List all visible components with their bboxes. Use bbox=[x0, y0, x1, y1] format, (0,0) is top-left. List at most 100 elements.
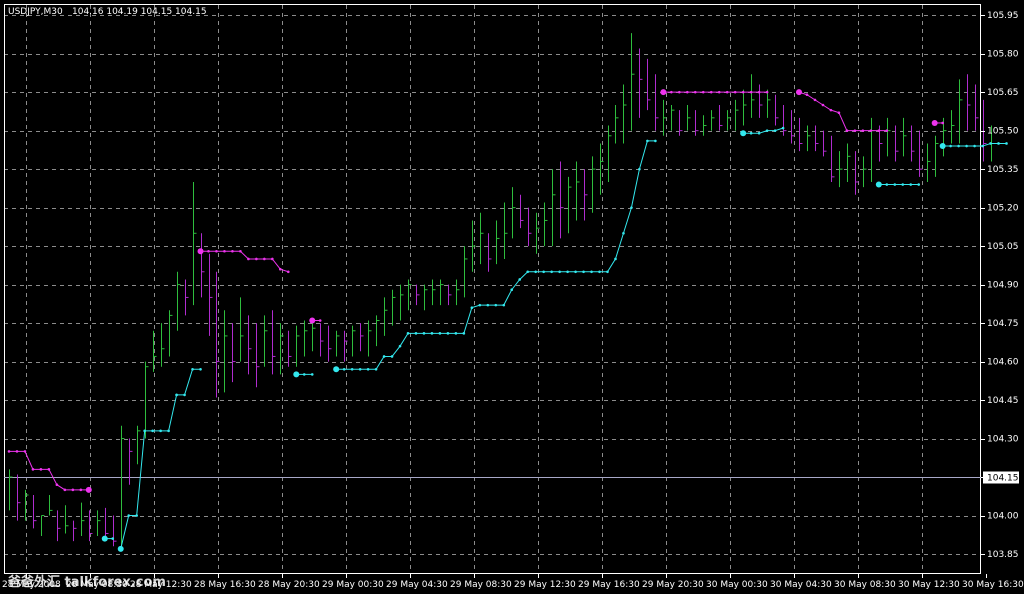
stop-up-dot bbox=[358, 367, 362, 371]
stop-up-dot bbox=[143, 429, 146, 433]
stop-up-dot bbox=[965, 144, 968, 148]
stop-down-dot bbox=[247, 257, 250, 261]
stop-up-dot bbox=[893, 183, 897, 186]
price-tick-label: 104.00 bbox=[987, 512, 1019, 522]
time-tick-label: 29 May 16:30 bbox=[578, 580, 640, 590]
stop-down-dot bbox=[207, 249, 210, 253]
watermark: 爸爸外汇 talkforex.com bbox=[7, 574, 166, 590]
stop-up-dot bbox=[542, 270, 545, 274]
time-tick-label: 29 May 00:30 bbox=[322, 580, 384, 590]
stop-up-signal bbox=[293, 371, 300, 378]
price-chart[interactable]: 105.95 105.80 105.65 105.50 105.35 105.20 105.… bbox=[0, 0, 1024, 594]
stop-up-dot bbox=[470, 306, 474, 309]
stop-up-dot bbox=[518, 278, 522, 281]
stop-down-dot bbox=[693, 90, 697, 94]
stop-down-dot bbox=[318, 319, 322, 322]
stop-down-dot bbox=[15, 450, 19, 453]
stop-down-dot bbox=[223, 249, 226, 253]
stop-down-dot bbox=[757, 90, 761, 94]
stop-up-dot bbox=[997, 142, 1000, 145]
stop-down-dot bbox=[837, 111, 841, 114]
stop-down-dot bbox=[678, 90, 681, 94]
stop-down-dot bbox=[813, 98, 817, 102]
price-tick-label: 105.50 bbox=[987, 127, 1019, 137]
price-tick-label: 105.05 bbox=[987, 242, 1019, 252]
stop-up-dot bbox=[398, 344, 402, 348]
stop-up-signal bbox=[939, 143, 946, 150]
stop-down-signal bbox=[931, 119, 938, 126]
stop-up-dot bbox=[502, 303, 506, 307]
time-tick-label: 30 May 04:30 bbox=[770, 580, 832, 590]
price-axis: 105.95 105.80 105.65 105.50 105.35 105.20 105.… bbox=[981, 11, 1019, 560]
stop-up-dot bbox=[159, 429, 162, 433]
time-tick-label: 28 May 16:30 bbox=[194, 580, 256, 590]
stop-down-dot bbox=[255, 257, 258, 261]
stop-down-signal bbox=[85, 486, 92, 493]
stop-down-dot bbox=[877, 129, 881, 132]
stop-up-dot bbox=[191, 367, 194, 371]
stop-down-dot bbox=[741, 90, 745, 94]
stop-down-dot bbox=[829, 108, 833, 112]
stop-down-dot bbox=[869, 129, 873, 132]
time-tick-label: 30 May 12:30 bbox=[898, 580, 960, 590]
stop-up-dot bbox=[422, 332, 426, 335]
time-tick-label: 30 May 08:30 bbox=[834, 580, 896, 590]
stop-up-dot bbox=[310, 373, 314, 376]
stop-down-dot bbox=[765, 90, 769, 94]
stop-up-dot bbox=[478, 303, 482, 307]
stop-down-dot bbox=[709, 90, 713, 94]
price-tick-label: 103.85 bbox=[987, 550, 1019, 560]
time-tick-label: 29 May 08:30 bbox=[450, 580, 512, 590]
current-price-badge: 104.15 bbox=[983, 471, 1019, 484]
stop-up-signal bbox=[117, 545, 124, 552]
stop-down-dot bbox=[71, 488, 75, 492]
stop-up-dot bbox=[749, 131, 753, 135]
stop-down-dot bbox=[39, 468, 43, 471]
stop-up-dot bbox=[438, 332, 442, 335]
stop-up-dot bbox=[430, 332, 434, 335]
stop-up-dot bbox=[175, 393, 178, 397]
stop-up-dot bbox=[111, 537, 115, 540]
stop-up-dot bbox=[510, 288, 514, 292]
stop-down-dot bbox=[670, 90, 673, 94]
time-tick-label: 29 May 20:30 bbox=[642, 580, 704, 590]
stop-up-dot bbox=[773, 129, 777, 132]
stop-up-dot bbox=[366, 367, 370, 371]
stop-up-dot bbox=[606, 270, 609, 274]
stop-down-dot bbox=[287, 270, 290, 274]
stop-down-dot bbox=[686, 90, 689, 94]
stop-up-dot bbox=[590, 270, 593, 274]
stop-down-dot bbox=[733, 90, 737, 94]
stop-down-signal bbox=[660, 89, 667, 96]
stop-down-dot bbox=[725, 90, 729, 94]
stop-down-dot bbox=[717, 90, 721, 94]
stop-up-dot bbox=[558, 270, 561, 274]
stop-down-signal bbox=[796, 89, 803, 96]
stop-up-dot bbox=[973, 144, 976, 148]
stop-up-dot bbox=[885, 183, 889, 186]
time-tick-label: 29 May 04:30 bbox=[386, 580, 448, 590]
stop-up-dot bbox=[654, 139, 657, 143]
stop-up-dot bbox=[382, 355, 386, 358]
stop-up-signal bbox=[333, 366, 340, 373]
stop-down-dot bbox=[861, 129, 865, 132]
stop-down-signal bbox=[309, 317, 316, 324]
time-tick-label: 28 May 20:30 bbox=[258, 580, 320, 590]
stop-up-dot bbox=[342, 367, 346, 371]
stop-up-dot bbox=[550, 270, 553, 274]
stop-up-signal bbox=[740, 130, 747, 137]
stop-down-dot bbox=[263, 257, 266, 261]
stop-up-dot bbox=[374, 367, 378, 371]
stop-up-dot bbox=[574, 270, 577, 274]
stop-up-dot bbox=[949, 144, 952, 148]
price-tick-label: 104.60 bbox=[987, 358, 1019, 368]
time-tick-label: 29 May 12:30 bbox=[514, 580, 576, 590]
stop-up-dot bbox=[526, 270, 529, 274]
stop-down-dot bbox=[63, 488, 67, 492]
stop-up-signal bbox=[875, 181, 882, 188]
stop-down-dot bbox=[47, 468, 51, 471]
stop-down-dot bbox=[231, 249, 234, 253]
stop-down-dot bbox=[821, 103, 825, 107]
stop-up-dot bbox=[462, 332, 466, 335]
stop-up-dot bbox=[638, 167, 641, 171]
